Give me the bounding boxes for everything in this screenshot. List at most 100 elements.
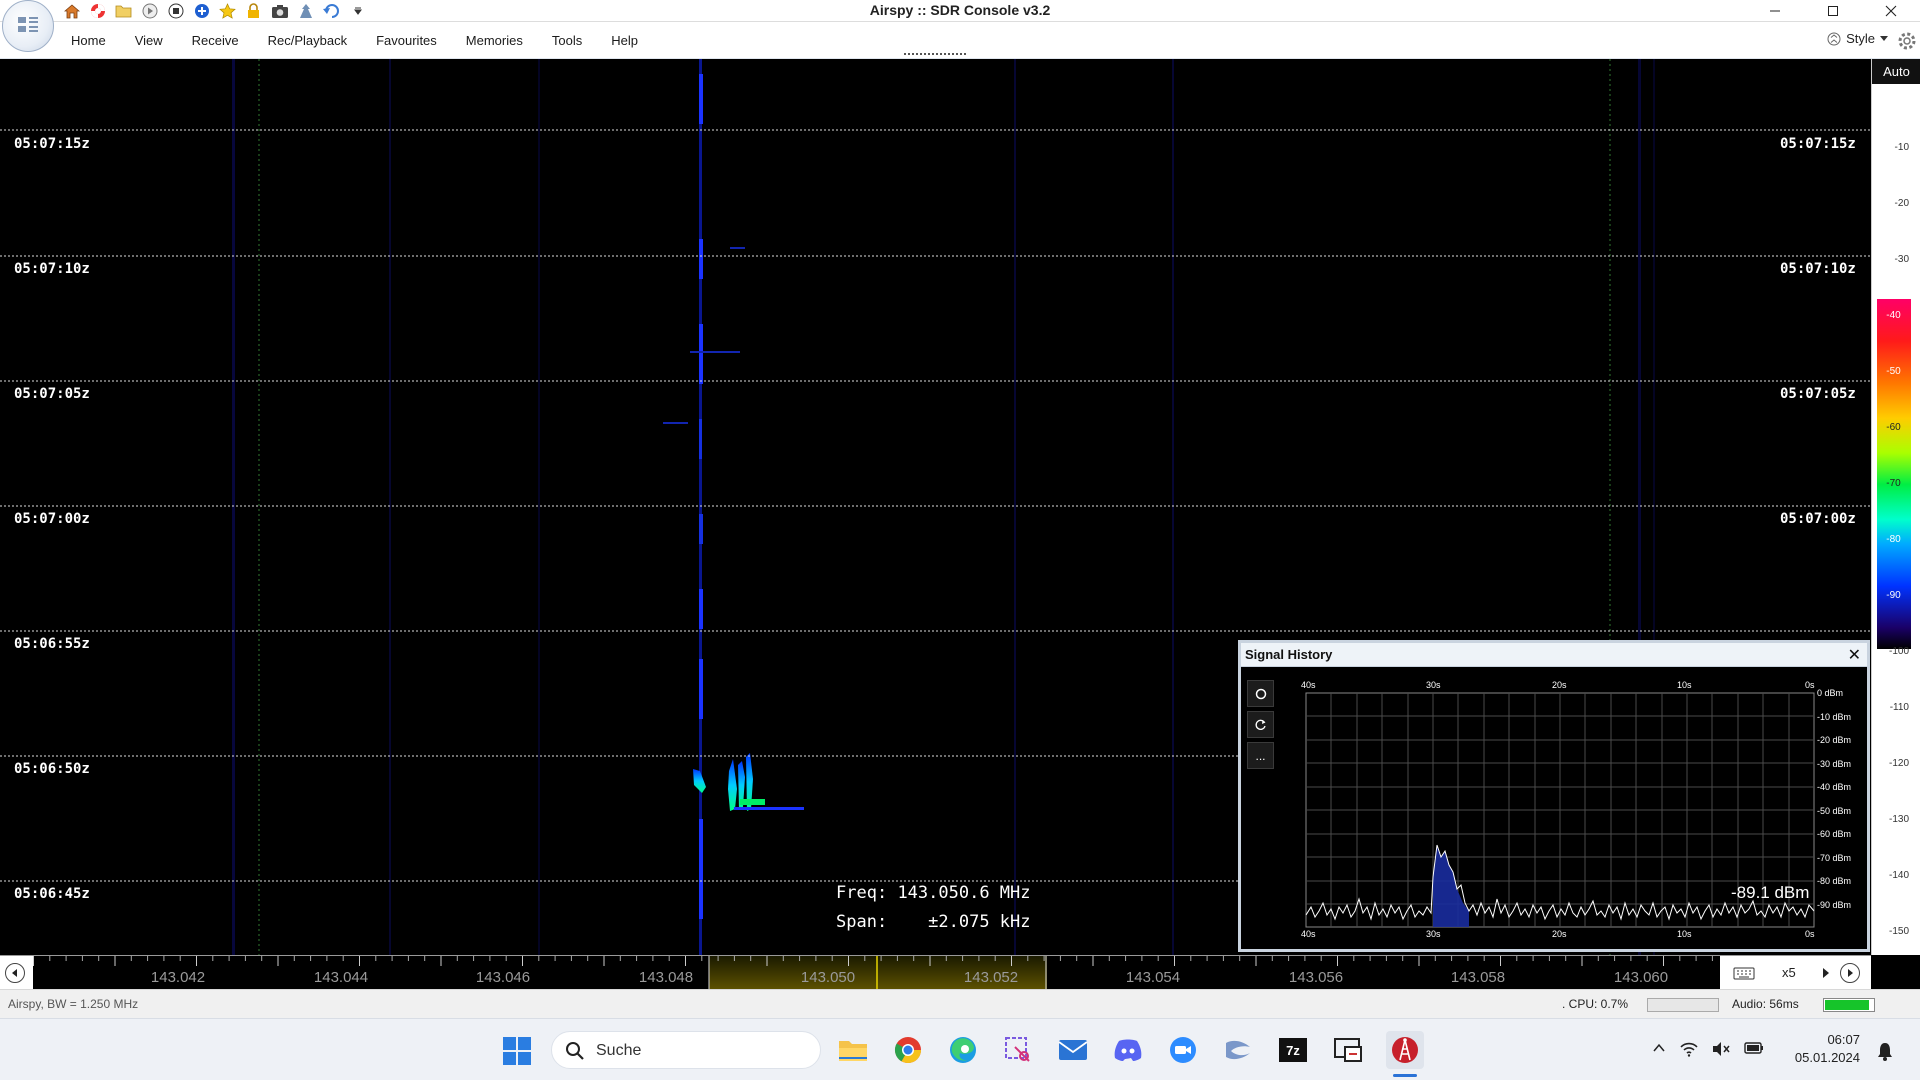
menu-bar: Home View Receive Rec/Playback Favourite…	[0, 22, 1920, 59]
snipping-tool-icon[interactable]	[1001, 1033, 1035, 1067]
scale-tick: -40	[1886, 310, 1901, 321]
chrome-icon[interactable]	[891, 1033, 925, 1067]
zoom-value[interactable]: x5	[1782, 965, 1796, 980]
menu-favourites[interactable]: Favourites	[376, 33, 437, 48]
freq-axis-label: 143.060	[1613, 969, 1669, 986]
edge-icon[interactable]	[946, 1033, 980, 1067]
vs-icon[interactable]	[1221, 1033, 1255, 1067]
status-device: Airspy, BW = 1.250 MHz	[8, 997, 139, 1011]
sig-time-label-bottom: 20s	[1552, 929, 1567, 939]
menu-view[interactable]: View	[135, 33, 163, 48]
sig-db-label: -20 dBm	[1817, 735, 1852, 745]
frequency-ruler[interactable]: 143.042 143.044 143.046 143.048 143.050 …	[33, 956, 1720, 990]
scale-tick: -80	[1886, 534, 1901, 545]
time-label: 05:07:10z	[8, 259, 96, 279]
scale-tick: -50	[1886, 366, 1901, 377]
status-audio: Audio: 56ms	[1732, 997, 1799, 1011]
scale-tick: -110	[1889, 702, 1909, 713]
battery-icon[interactable]	[1744, 1041, 1764, 1055]
wifi-icon[interactable]	[1680, 1041, 1698, 1057]
close-icon[interactable]	[1862, 0, 1920, 22]
time-label: 05:07:15z	[8, 134, 96, 154]
scale-tick: -10	[1894, 142, 1909, 153]
audio-meter-fill	[1825, 1000, 1869, 1010]
chevron-down-icon	[1880, 35, 1888, 41]
cpu-meter	[1647, 998, 1719, 1012]
time-label: 05:07:00z	[8, 509, 96, 529]
sdr-console-icon[interactable]	[1386, 1031, 1424, 1069]
speaker-muted-icon[interactable]	[1712, 1041, 1730, 1057]
freq-axis-label: 143.042	[150, 969, 206, 986]
signal-scale[interactable]: Auto -10 -20 -30 -40 -50 -60 -70 -80 -90…	[1871, 59, 1920, 955]
time-label-right: 05:07:00z	[1774, 509, 1862, 529]
application-menu-button[interactable]	[2, 0, 54, 52]
app-menu-icon	[18, 17, 38, 32]
sig-db-label: -60 dBm	[1817, 829, 1852, 839]
signal-history-panel[interactable]: Signal History ✕ ... -89.1 dBm 40s 30s 2…	[1238, 640, 1870, 952]
gear-icon[interactable]	[1896, 30, 1918, 52]
sig-time-label: 0s	[1805, 680, 1815, 690]
discord-icon[interactable]	[1111, 1033, 1145, 1067]
minimize-icon[interactable]	[1746, 0, 1804, 22]
menu-home[interactable]: Home	[71, 33, 106, 48]
menu-help[interactable]: Help	[611, 33, 638, 48]
time-label: 05:06:45z	[8, 884, 96, 904]
style-menu[interactable]: Style	[1827, 31, 1888, 46]
windows-start-icon[interactable]	[502, 1036, 532, 1066]
file-explorer-icon[interactable]	[836, 1033, 870, 1067]
search-icon	[566, 1042, 584, 1060]
sig-db-label: -40 dBm	[1817, 782, 1852, 792]
taskbar-search[interactable]: Suche	[551, 1031, 821, 1069]
signal-history-header[interactable]: Signal History ✕	[1241, 643, 1867, 667]
scale-tick: -100	[1888, 646, 1909, 657]
windows-taskbar: Suche 7z 06:07 05.01.2024	[0, 1018, 1920, 1080]
title-bar: Airspy :: SDR Console v3.2	[0, 0, 1920, 22]
scale-tick: -70	[1886, 478, 1901, 489]
time-label: 05:06:55z	[8, 634, 96, 654]
sig-db-label: -90 dBm	[1817, 900, 1852, 910]
system-tray	[1652, 1041, 1764, 1057]
freq-axis-label: 143.046	[475, 969, 531, 986]
sig-time-label: 40s	[1301, 680, 1316, 690]
scale-tick: -120	[1888, 758, 1909, 769]
time-label: 05:06:50z	[8, 759, 96, 779]
taskbar-clock[interactable]: 06:07 05.01.2024	[1790, 1031, 1860, 1067]
time-label-right: 05:07:05z	[1774, 384, 1862, 404]
sig-db-label: -30 dBm	[1817, 759, 1852, 769]
frequency-axis[interactable]: 143.042 143.044 143.046 143.048 143.050 …	[0, 955, 1720, 990]
tune-left-icon[interactable]	[5, 963, 25, 983]
menu-receive[interactable]: Receive	[192, 33, 239, 48]
scale-tick: -140	[1888, 870, 1909, 881]
maximize-icon[interactable]	[1804, 0, 1862, 22]
freq-value: 143.050.6 MHz	[897, 883, 1031, 903]
sig-time-label-bottom: 10s	[1677, 929, 1692, 939]
sdr-console-window: Airspy :: SDR Console v3.2 Home View Rec…	[0, 0, 1920, 1080]
close-icon[interactable]: ✕	[1848, 645, 1861, 665]
notification-bell-icon[interactable]	[1876, 1041, 1894, 1061]
freq-axis-label: 143.050	[800, 969, 856, 986]
chevron-up-icon[interactable]	[1652, 1041, 1666, 1055]
chevron-double-icon	[1827, 32, 1841, 45]
sig-time-label-bottom: 0s	[1805, 929, 1815, 939]
scale-tick: -90	[1886, 590, 1901, 601]
freq-axis-label: 143.044	[313, 969, 369, 986]
sig-db-label: -80 dBm	[1817, 876, 1852, 886]
scale-tick: -60	[1886, 422, 1901, 433]
scale-auto-button[interactable]: Auto	[1872, 59, 1920, 84]
remote-desktop-icon[interactable]	[1331, 1033, 1365, 1067]
keyboard-icon[interactable]	[1733, 965, 1755, 981]
ribbon-collapse-grip[interactable]	[904, 53, 966, 55]
sig-time-label-bottom: 40s	[1301, 929, 1316, 939]
sig-time-label: 10s	[1677, 680, 1692, 690]
menu-tools[interactable]: Tools	[552, 33, 582, 48]
sig-db-label: -70 dBm	[1817, 853, 1852, 863]
mail-icon[interactable]	[1056, 1033, 1090, 1067]
menu-memories[interactable]: Memories	[466, 33, 523, 48]
time-label-right: 05:07:15z	[1774, 134, 1862, 154]
menu-rec-playback[interactable]: Rec/Playback	[268, 33, 347, 48]
axis-controls: x5	[1720, 955, 1871, 989]
zoom-next-icon[interactable]	[1822, 967, 1830, 979]
tune-right-icon[interactable]	[1840, 963, 1860, 983]
zoom-icon[interactable]	[1166, 1033, 1200, 1067]
7zip-icon[interactable]: 7z	[1276, 1033, 1310, 1067]
